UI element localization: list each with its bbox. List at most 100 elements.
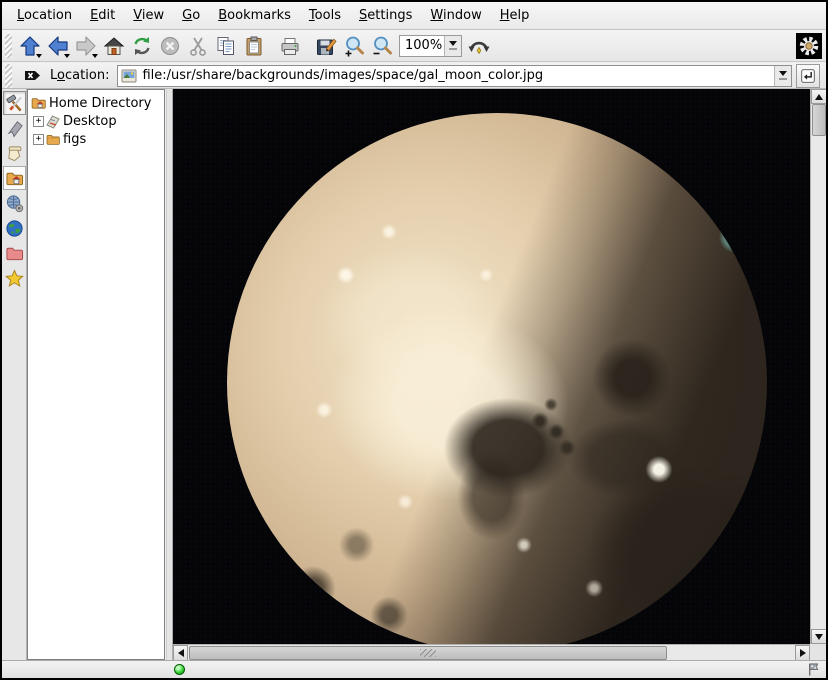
- printer-icon: [279, 35, 301, 57]
- scroll-right-button[interactable]: [795, 645, 810, 661]
- status-bar: [2, 660, 826, 678]
- horizontal-scroll-thumb[interactable]: [189, 646, 667, 660]
- directory-tree-panel: Home Directory + Desktop + figs: [27, 89, 165, 660]
- globe-icon: [5, 219, 24, 238]
- copy-button[interactable]: [212, 32, 240, 60]
- tree-item-home-directory[interactable]: Home Directory: [30, 94, 162, 112]
- combo-dash: [779, 78, 787, 80]
- menu-edit[interactable]: Edit: [81, 4, 124, 27]
- clear-location-button[interactable]: [20, 64, 44, 88]
- scroll-up-button[interactable]: [811, 89, 827, 104]
- scissors-icon-disabled: [187, 35, 209, 57]
- panel-splitter[interactable]: [166, 89, 173, 660]
- menu-view[interactable]: View: [124, 4, 173, 27]
- arrow-down-icon: [815, 634, 823, 640]
- expand-plus-icon[interactable]: +: [33, 134, 44, 145]
- desktop-icon: [45, 113, 61, 129]
- moon-image: [227, 113, 767, 644]
- zoom-in-icon: [343, 35, 365, 57]
- paste-icon: [243, 35, 265, 57]
- reload-button[interactable]: [128, 32, 156, 60]
- rotate-icon: [467, 35, 491, 57]
- sidebar-bookmark-button[interactable]: [3, 116, 26, 140]
- tree-item-label[interactable]: Desktop: [63, 114, 117, 129]
- arrow-up-icon: [815, 94, 823, 100]
- sidebar-button-strip: [2, 89, 27, 660]
- menu-help[interactable]: Help: [491, 4, 539, 27]
- tree-item-label[interactable]: Home Directory: [49, 96, 151, 111]
- paste-button[interactable]: [240, 32, 268, 60]
- zoom-in-button[interactable]: [340, 32, 368, 60]
- zoom-level-value[interactable]: 100%: [400, 36, 444, 56]
- sidebar-network-button[interactable]: [3, 191, 26, 215]
- menu-window[interactable]: Window: [421, 4, 490, 27]
- toolbar-drag-handle[interactable]: [5, 34, 12, 58]
- konqueror-window: Location Edit View Go Bookmarks Tools Se…: [0, 0, 828, 680]
- home-button[interactable]: [100, 32, 128, 60]
- floppy-pencil-icon: [315, 35, 337, 57]
- url-input[interactable]: [138, 68, 774, 83]
- expand-plus-icon[interactable]: +: [33, 116, 44, 127]
- scrollbar-corner: [810, 644, 826, 660]
- scroll-left-button[interactable]: [173, 645, 188, 661]
- arrow-left-icon: [178, 649, 184, 657]
- status-led-icon: [174, 664, 185, 675]
- up-dropdown-caret[interactable]: [36, 54, 42, 58]
- tree-item-desktop[interactable]: + Desktop: [30, 112, 162, 130]
- stop-icon-disabled: [159, 35, 181, 57]
- zoom-out-button[interactable]: [368, 32, 396, 60]
- sidebar-bookmarks-star-button[interactable]: [3, 266, 26, 290]
- tree-item-label[interactable]: figs: [63, 132, 86, 147]
- bookmark-ribbon-icon: [5, 119, 24, 138]
- back-dropdown-caret[interactable]: [64, 54, 70, 58]
- menu-tools[interactable]: Tools: [300, 4, 350, 27]
- rotate-button[interactable]: [465, 32, 493, 60]
- zoom-level-combo[interactable]: 100%: [399, 35, 462, 57]
- main-area: Home Directory + Desktop + figs: [2, 89, 826, 660]
- zoom-level-dropdown-button[interactable]: [444, 36, 461, 56]
- menu-go[interactable]: Go: [173, 4, 209, 27]
- back-button[interactable]: [44, 32, 72, 60]
- clear-location-arrow-icon: [23, 66, 42, 85]
- up-button[interactable]: [16, 32, 44, 60]
- sidebar-root-folder-button[interactable]: [3, 241, 26, 265]
- copy-icon: [215, 35, 237, 57]
- forward-dropdown-caret: [92, 54, 98, 58]
- print-button[interactable]: [276, 32, 304, 60]
- menu-bookmarks[interactable]: Bookmarks: [209, 4, 300, 27]
- konqueror-throbber: [796, 33, 822, 59]
- menu-location[interactable]: Location: [8, 4, 81, 27]
- save-as-button[interactable]: [312, 32, 340, 60]
- menu-settings[interactable]: Settings: [350, 4, 421, 27]
- image-file-icon: [121, 68, 138, 84]
- main-toolbar: 100%: [2, 30, 826, 62]
- location-label: Location:: [50, 68, 109, 83]
- sidebar-browser-button[interactable]: [3, 216, 26, 240]
- cut-button: [184, 32, 212, 60]
- locationbar-drag-handle[interactable]: [5, 64, 12, 88]
- sidebar-configure-button[interactable]: [3, 91, 26, 115]
- red-folder-icon: [5, 244, 24, 263]
- scroll-down-button[interactable]: [811, 629, 827, 644]
- combo-dash: [449, 48, 457, 50]
- sidebar-history-button[interactable]: [3, 141, 26, 165]
- sidebar-home-directory-button[interactable]: [3, 166, 26, 190]
- location-toolbar: Location:: [2, 63, 826, 89]
- go-button[interactable]: [796, 64, 820, 88]
- network-globe-icon: [5, 194, 24, 213]
- menu-bar: Location Edit View Go Bookmarks Tools Se…: [2, 2, 826, 30]
- url-dropdown-button[interactable]: [774, 66, 791, 86]
- image-viewer: [173, 89, 826, 660]
- tree-item-figs[interactable]: + figs: [30, 130, 162, 148]
- arrow-right-icon: [800, 649, 806, 657]
- folder-home-icon: [30, 95, 47, 111]
- vertical-scrollbar[interactable]: [810, 89, 826, 644]
- horizontal-scrollbar[interactable]: [173, 644, 810, 660]
- chevron-down-icon: [449, 41, 457, 46]
- vertical-scroll-thumb[interactable]: [812, 104, 826, 136]
- url-combobox[interactable]: [117, 65, 792, 87]
- history-scroll-icon: [5, 144, 24, 163]
- statusbar-flag-icon: [806, 662, 821, 677]
- thumb-grip: [420, 649, 436, 657]
- zoom-out-icon: [371, 35, 393, 57]
